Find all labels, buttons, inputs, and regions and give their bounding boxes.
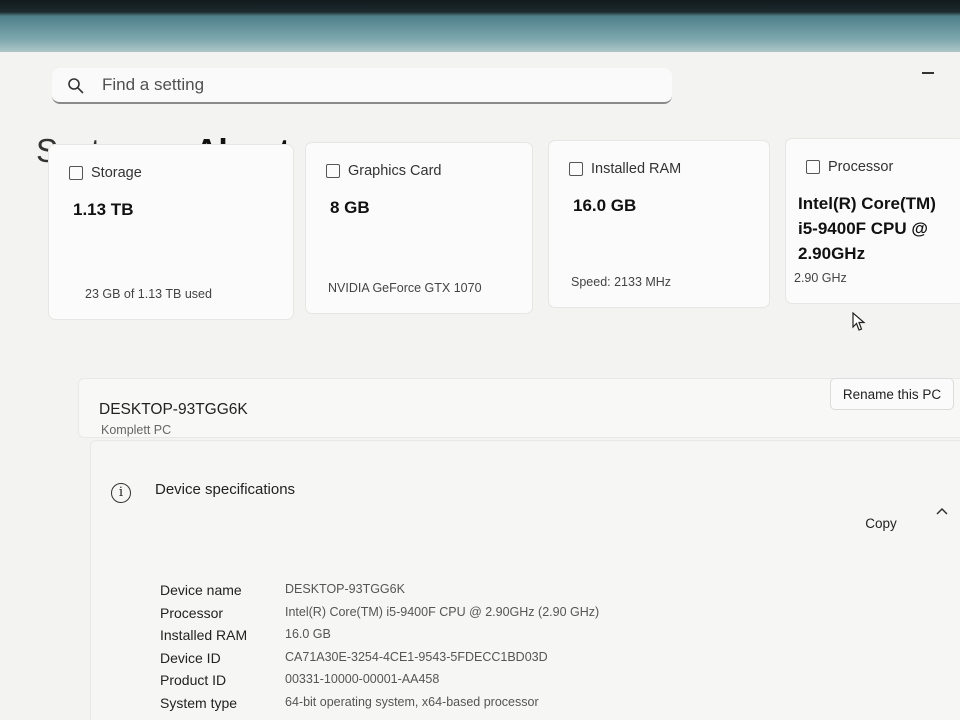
graphics-card-value: 8 GB	[330, 198, 370, 217]
device-specifications-title: Device specifications	[155, 481, 296, 498]
storage-label: Storage	[91, 165, 142, 181]
spec-value[interactable]: CA71A30E-3254-4CE1-9543-5FDECC1BD03D	[285, 650, 548, 664]
spec-label: Processor	[160, 604, 224, 621]
graphics-card-label: Graphics Card	[348, 163, 442, 179]
spec-value[interactable]: DESKTOP-93TGG6K	[285, 582, 405, 596]
graphics-card-card[interactable]: Graphics Card 8 GB NVIDIA GeForce GTX 10…	[305, 142, 533, 314]
graphics-card-header: Graphics Card	[326, 163, 441, 179]
storage-value: 1.13 TB	[73, 200, 134, 219]
copy-button[interactable]: Copy	[838, 508, 924, 538]
graphics-card-model: NVIDIA GeForce GTX 1070	[328, 281, 482, 295]
processor-value-line-2: i5-9400F CPU @	[798, 219, 928, 238]
spec-label: Product ID	[160, 672, 227, 688]
top-bezel	[0, 0, 960, 56]
spec-value[interactable]: 64-bit operating system, x64-based proce…	[285, 695, 539, 709]
installed-ram-label: Installed RAM	[591, 161, 682, 177]
spec-label: System type	[160, 694, 238, 711]
storage-card[interactable]: Storage 1.13 TB 23 GB of 1.13 TB used	[48, 144, 294, 320]
processor-value: Intel(R) Core(TM) i5-9400F CPU @ 2.90GHz	[798, 191, 936, 266]
pc-name: DESKTOP-93TGG6K	[99, 401, 248, 418]
installed-ram-card[interactable]: Installed RAM 16.0 GB Speed: 2133 MHz	[548, 140, 770, 308]
processor-card[interactable]: Processor Intel(R) Core(TM) i5-9400F CPU…	[785, 138, 960, 304]
ram-speed: Speed: 2133 MHz	[571, 275, 672, 289]
processor-value-line-1: Intel(R) Core(TM)	[798, 194, 936, 213]
processor-icon	[806, 160, 820, 174]
minimize-button[interactable]	[922, 72, 934, 74]
processor-header: Processor	[806, 159, 893, 175]
pc-name-panel: DESKTOP-93TGG6K Komplett PC	[78, 378, 960, 438]
processor-label: Processor	[828, 159, 894, 175]
memory-icon	[569, 162, 583, 176]
spec-value[interactable]: 16.0 GB	[285, 627, 331, 641]
installed-ram-header: Installed RAM	[569, 161, 681, 177]
installed-ram-value: 16.0 GB	[573, 196, 637, 215]
processor-speed: 2.90 GHz	[794, 271, 847, 285]
chevron-up-icon[interactable]	[935, 505, 949, 519]
mouse-pointer-icon	[852, 312, 866, 331]
info-icon	[111, 483, 131, 503]
spec-label: Device name	[160, 582, 242, 598]
spec-label: Installed RAM	[160, 627, 248, 643]
search-box[interactable]	[52, 68, 672, 104]
storage-card-header: Storage	[69, 165, 142, 181]
search-icon	[68, 78, 84, 94]
storage-usage: 23 GB of 1.13 TB used	[85, 287, 212, 301]
search-input[interactable]	[102, 75, 502, 95]
graphics-card-icon	[326, 164, 340, 178]
spec-value[interactable]: 00331-10000-00001-AA458	[285, 672, 439, 686]
pc-model: Komplett PC	[101, 423, 172, 437]
rename-pc-button[interactable]: Rename this PC	[830, 378, 954, 410]
storage-icon	[69, 166, 83, 180]
processor-value-line-3: 2.90GHz	[798, 244, 866, 263]
spec-label: Device ID	[160, 649, 221, 666]
spec-value[interactable]: Intel(R) Core(TM) i5-9400F CPU @ 2.90GHz…	[285, 605, 599, 619]
